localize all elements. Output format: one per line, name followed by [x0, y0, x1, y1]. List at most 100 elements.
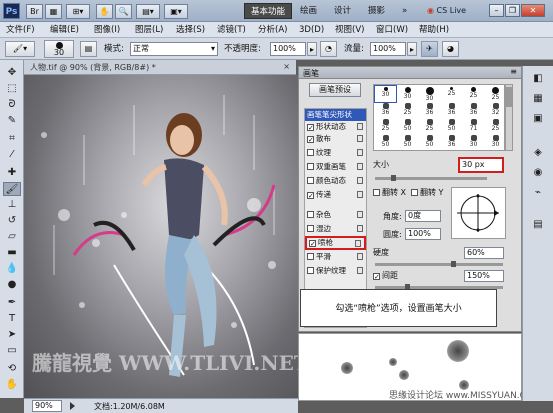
- panel-header[interactable]: 画笔 ≡: [299, 67, 521, 79]
- close-tab-icon[interactable]: ×: [283, 62, 290, 71]
- roundness-field[interactable]: 100%: [405, 228, 441, 240]
- brush-tip-cell[interactable]: 50: [375, 134, 396, 150]
- option-dual-brush[interactable]: 双重画笔: [305, 161, 366, 173]
- angle-field[interactable]: 0度: [405, 210, 441, 222]
- hardness-slider-track[interactable]: [375, 263, 503, 266]
- document-tab[interactable]: 人物.tif @ 90% (背景, RGB/8#) * ×: [24, 60, 296, 75]
- blur-tool-icon[interactable]: 💧: [3, 262, 21, 276]
- size-field[interactable]: 30 px: [458, 157, 504, 173]
- minimize-icon[interactable]: –: [489, 4, 504, 17]
- arrange-documents-icon[interactable]: ▤▾: [136, 4, 160, 19]
- checkbox-checked[interactable]: ✓: [307, 192, 314, 200]
- brush-tip-cell[interactable]: 50: [419, 134, 440, 150]
- option-shape-dynamics[interactable]: ✓ 形状动态: [305, 121, 366, 133]
- document-canvas[interactable]: 騰龍視覺 WWW.TLIVI.NET: [24, 75, 298, 398]
- quick-select-tool-icon[interactable]: ✎: [3, 114, 21, 128]
- flow-slider-toggle[interactable]: ▸: [407, 42, 417, 56]
- checkbox-checked[interactable]: ✓: [307, 124, 314, 132]
- restore-icon[interactable]: ❐: [505, 4, 520, 17]
- cs-live-button[interactable]: ◉ CS Live: [427, 4, 473, 18]
- brush-tip-cell[interactable]: 36: [419, 102, 440, 118]
- menu-edit[interactable]: 编辑(E): [50, 24, 79, 36]
- brush-tip-cell[interactable]: 30: [419, 86, 440, 102]
- zoom-level-icon[interactable]: ⊞▾: [66, 4, 90, 19]
- lock-icon[interactable]: [357, 191, 363, 198]
- mode-select[interactable]: 正常 ▾: [130, 42, 218, 56]
- checkbox[interactable]: [307, 225, 314, 232]
- status-menu-arrow-icon[interactable]: [70, 402, 75, 410]
- gradient-tool-icon[interactable]: ▬: [3, 246, 21, 260]
- menu-layer[interactable]: 图层(L): [135, 24, 163, 36]
- move-tool-icon[interactable]: ✥: [3, 66, 21, 80]
- brush-tip-cell[interactable]: 30: [485, 134, 506, 150]
- minibridge-icon[interactable]: ▦: [45, 4, 62, 19]
- shape-tool-icon[interactable]: ▭: [3, 344, 21, 358]
- menu-3d[interactable]: 3D(D): [299, 24, 324, 36]
- checkbox[interactable]: [373, 189, 380, 196]
- option-noise[interactable]: 杂色: [305, 209, 366, 221]
- eyedropper-tool-icon[interactable]: ⁄: [3, 148, 21, 162]
- checkbox[interactable]: [307, 211, 314, 218]
- hand-tool-icon[interactable]: ✋: [96, 4, 113, 19]
- brush-tip-cell[interactable]: 36: [463, 102, 484, 118]
- checkbox[interactable]: [307, 163, 314, 170]
- brush-tip-cell[interactable]: 25: [463, 86, 484, 102]
- option-texture[interactable]: 纹理: [305, 147, 366, 159]
- history-brush-tool-icon[interactable]: ↺: [3, 214, 21, 228]
- hardness-field[interactable]: 60%: [464, 247, 504, 259]
- crop-tool-icon[interactable]: ⌗: [3, 132, 21, 146]
- zoom-field[interactable]: 90%: [32, 400, 62, 412]
- brush-tip-cell[interactable]: 32: [485, 102, 506, 118]
- menu-filter[interactable]: 滤镜(T): [217, 24, 246, 36]
- color-panel-icon[interactable]: ◧: [530, 72, 546, 86]
- eraser-tool-icon[interactable]: ▱: [3, 230, 21, 244]
- brush-tip-cell[interactable]: 71: [463, 118, 484, 134]
- menu-image[interactable]: 图像(I): [94, 24, 120, 36]
- marquee-tool-icon[interactable]: ⬚: [3, 82, 21, 96]
- lock-icon[interactable]: [357, 163, 363, 170]
- checkbox-checked[interactable]: ✓: [307, 136, 314, 144]
- checkbox[interactable]: [307, 177, 314, 184]
- screen-mode-icon[interactable]: ▣▾: [164, 4, 188, 19]
- size-slider-knob[interactable]: [391, 175, 396, 181]
- lock-icon[interactable]: [357, 177, 363, 184]
- workspace-essentials[interactable]: 基本功能: [244, 3, 293, 19]
- channels-panel-icon[interactable]: ◉: [530, 166, 546, 180]
- opacity-field[interactable]: 100%: [270, 42, 306, 56]
- brush-panel-toggle[interactable]: ▤: [80, 41, 97, 57]
- brush-presets-button[interactable]: 画笔预设: [309, 83, 361, 97]
- menu-file[interactable]: 文件(F): [6, 24, 35, 36]
- styles-panel-icon[interactable]: ▣: [530, 112, 546, 126]
- brush-tip-cell[interactable]: 50: [441, 118, 462, 134]
- brush-tool-icon[interactable]: 🖌: [3, 182, 21, 196]
- lock-icon[interactable]: [355, 240, 361, 247]
- checkbox[interactable]: [411, 189, 418, 196]
- menu-analysis[interactable]: 分析(A): [258, 24, 287, 36]
- lock-icon[interactable]: [357, 135, 363, 142]
- angle-roundness-widget[interactable]: [451, 187, 506, 239]
- checkbox-checked[interactable]: ✓: [309, 240, 316, 248]
- checkbox[interactable]: [307, 253, 314, 260]
- brush-tip-cell[interactable]: 50: [397, 118, 418, 134]
- workspace-photography[interactable]: 摄影: [362, 3, 391, 19]
- paths-panel-icon[interactable]: ⌁: [530, 186, 546, 200]
- flip-y-control[interactable]: 翻转 Y: [411, 187, 443, 199]
- flow-field[interactable]: 100%: [370, 42, 406, 56]
- scrollbar-thumb[interactable]: [506, 87, 512, 107]
- lasso-tool-icon[interactable]: ᘐ: [3, 98, 21, 112]
- lock-icon[interactable]: [357, 149, 363, 156]
- checkbox[interactable]: [307, 149, 314, 156]
- lock-icon[interactable]: [357, 267, 363, 274]
- lock-icon[interactable]: [357, 253, 363, 260]
- spacing-control[interactable]: ✓ 间距: [373, 270, 398, 282]
- path-select-tool-icon[interactable]: ➤: [3, 328, 21, 342]
- swatches-panel-icon[interactable]: ▦: [530, 92, 546, 106]
- checkbox-checked[interactable]: ✓: [373, 273, 380, 281]
- hand-tool-icon[interactable]: ✋: [3, 378, 21, 392]
- brush-tip-cell[interactable]: 25: [485, 118, 506, 134]
- healing-brush-tool-icon[interactable]: ✚: [3, 166, 21, 180]
- brush-tip-cell[interactable]: 36: [441, 134, 462, 150]
- 3d-rotate-tool-icon[interactable]: ⟲: [3, 362, 21, 376]
- brush-tip-cell[interactable]: 36: [441, 102, 462, 118]
- brush-tip-cell[interactable]: 25: [485, 86, 506, 102]
